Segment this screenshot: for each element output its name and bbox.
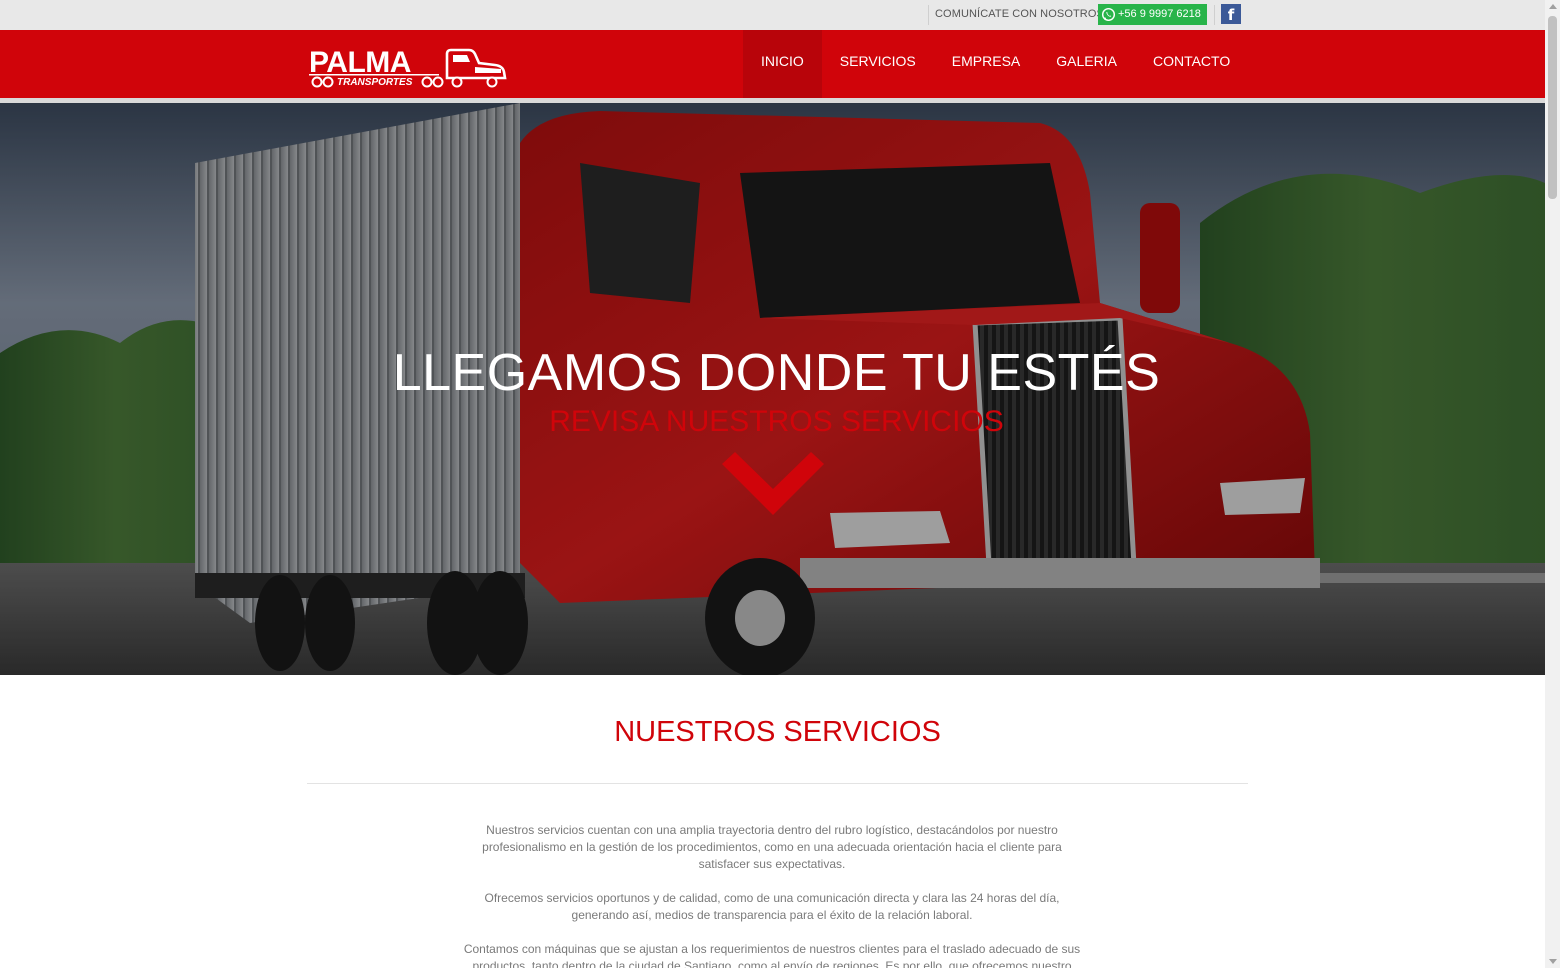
top-contact-bar: COMUNÍCATE CON NOSOTROS +56 9 9997 6218 … <box>0 0 1545 30</box>
contact-label: COMUNÍCATE CON NOSOTROS <box>935 8 1104 20</box>
section-divider <box>307 783 1248 784</box>
nav-contacto[interactable]: CONTACTO <box>1135 30 1248 98</box>
hero-title: LLEGAMOS DONDE TU ESTÉS <box>392 344 1161 402</box>
scroll-up-arrow-icon[interactable] <box>1549 4 1557 9</box>
whatsapp-phone-button[interactable]: +56 9 9997 6218 <box>1098 4 1207 25</box>
nav-servicios[interactable]: SERVICIOS <box>822 30 934 98</box>
facebook-icon[interactable]: f <box>1221 4 1241 24</box>
svg-text:TRANSPORTES: TRANSPORTES <box>337 77 413 88</box>
chevron-down-icon[interactable] <box>722 452 824 518</box>
hero-banner: LLEGAMOS DONDE TU ESTÉS REVISA NUESTROS … <box>0 103 1545 675</box>
services-paragraph: Ofrecemos servicios oportunos y de calid… <box>484 891 1060 922</box>
whatsapp-icon <box>1101 7 1116 22</box>
phone-number: +56 9 9997 6218 <box>1118 8 1201 20</box>
page-scrollbar[interactable] <box>1545 0 1560 968</box>
page: COMUNÍCATE CON NOSOTROS +56 9 9997 6218 … <box>0 0 1560 968</box>
main-header: PALMA TRANSPORTES INICIO SERVICIOS EMPRE… <box>0 30 1545 98</box>
divider <box>928 5 929 25</box>
scroll-thumb[interactable] <box>1548 16 1557 199</box>
nav-empresa[interactable]: EMPRESA <box>934 30 1038 98</box>
divider <box>1214 5 1215 25</box>
palma-transportes-logo[interactable]: PALMA TRANSPORTES <box>307 45 507 89</box>
services-title: NUESTROS SERVICIOS <box>614 716 941 748</box>
services-paragraph: Contamos con máquinas que se ajustan a l… <box>463 942 1081 968</box>
services-paragraph: Nuestros servicios cuentan con una ampli… <box>482 823 1062 871</box>
nav-galeria[interactable]: GALERIA <box>1038 30 1135 98</box>
scroll-down-arrow-icon[interactable] <box>1549 959 1557 964</box>
services-description: Nuestros servicios cuentan con una ampli… <box>457 822 1087 968</box>
nav-inicio[interactable]: INICIO <box>743 30 822 98</box>
hero-subtitle[interactable]: REVISA NUESTROS SERVICIOS <box>0 405 1545 439</box>
main-nav: INICIO SERVICIOS EMPRESA GALERIA CONTACT… <box>743 30 1248 98</box>
